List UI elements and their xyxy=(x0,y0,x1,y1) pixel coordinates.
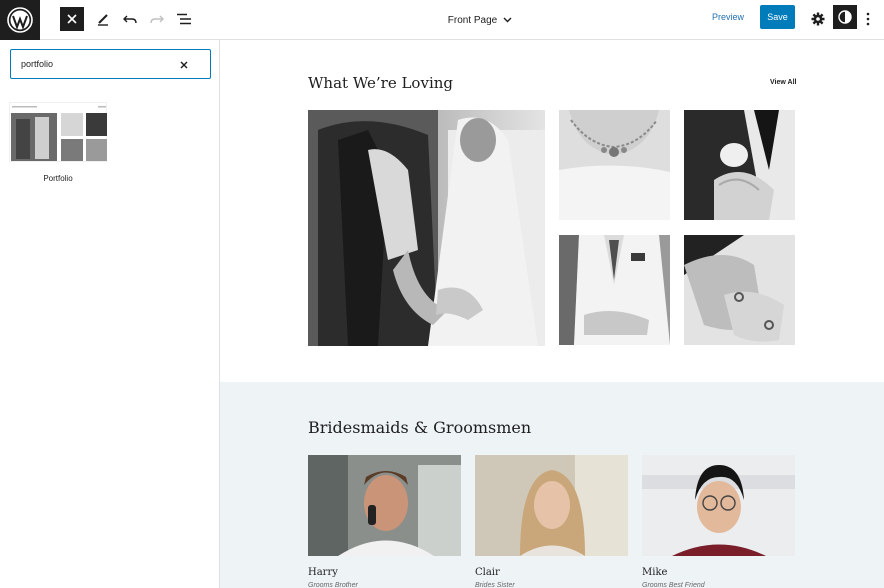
person-role: Brides Sister xyxy=(475,582,515,588)
pattern-result-portfolio[interactable]: Portfolio xyxy=(9,102,107,183)
person-photo-harry[interactable] xyxy=(308,455,461,556)
close-inserter-button[interactable] xyxy=(60,7,84,31)
document-title: Front Page xyxy=(447,14,498,26)
person-role: Grooms Best Friend xyxy=(642,582,705,588)
list-view-icon xyxy=(177,13,191,25)
tools-button[interactable] xyxy=(91,7,115,31)
photo-boutonniere[interactable] xyxy=(684,110,795,220)
list-view-button[interactable] xyxy=(172,7,196,31)
undo-button[interactable] xyxy=(118,7,142,31)
redo-icon xyxy=(150,15,164,24)
wordpress-logo-icon[interactable] xyxy=(0,0,40,40)
gear-icon xyxy=(811,12,825,26)
view-all-link[interactable]: View All xyxy=(770,79,796,86)
document-title-dropdown[interactable]: Front Page xyxy=(400,0,560,40)
photo-rings[interactable] xyxy=(684,235,795,345)
settings-button[interactable] xyxy=(806,7,830,31)
more-options-button[interactable] xyxy=(858,7,878,31)
pattern-search-box xyxy=(10,49,211,79)
person-name: Clair xyxy=(475,567,500,578)
undo-icon xyxy=(123,15,137,24)
bridal-party-section: Bridesmaids & Groomsmen Harry Grooms Bro… xyxy=(220,382,884,588)
block-inserter-panel: Portfolio xyxy=(0,40,220,588)
person-photo-mike[interactable] xyxy=(642,455,795,556)
photo-couple[interactable] xyxy=(308,110,545,346)
person-name: Harry xyxy=(308,567,338,578)
person-role: Grooms Brother xyxy=(308,582,358,588)
more-vertical-icon xyxy=(866,12,870,26)
pattern-search-input[interactable] xyxy=(21,59,171,69)
close-icon xyxy=(67,14,77,24)
photo-groom-suit[interactable] xyxy=(559,235,670,345)
contrast-icon xyxy=(838,10,852,24)
pattern-preview xyxy=(9,102,107,162)
preview-button[interactable]: Preview xyxy=(712,0,744,34)
editor-header: Front Page Preview Save xyxy=(0,0,884,40)
styles-button[interactable] xyxy=(833,5,857,29)
clear-search-icon[interactable] xyxy=(180,61,188,69)
pencil-icon xyxy=(98,14,108,26)
editor-canvas: What We’re Loving View All Bridesmaids &… xyxy=(220,40,884,588)
person-photo-clair[interactable] xyxy=(475,455,628,556)
pattern-label: Portfolio xyxy=(43,174,73,183)
redo-button[interactable] xyxy=(145,7,169,31)
photo-necklace[interactable] xyxy=(559,110,670,220)
save-button[interactable]: Save xyxy=(760,5,795,29)
person-name: Mike xyxy=(642,567,668,578)
section-heading-loving[interactable]: What We’re Loving xyxy=(308,74,453,92)
chevron-down-icon xyxy=(503,17,512,23)
section-heading-party[interactable]: Bridesmaids & Groomsmen xyxy=(308,418,531,437)
